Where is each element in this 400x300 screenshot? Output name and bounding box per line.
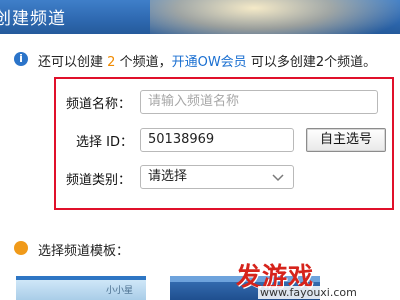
channel-form: 频道名称： 请输入频道名称 选择 ID： 50138969 自主选号 频道类别：…	[54, 77, 394, 210]
quota-notice-text: 还可以创建 2 个频道，开通OW会员 可以多创建2个频道。	[38, 51, 376, 70]
template-thumbnail-1-text: 小小星	[106, 286, 134, 296]
info-icon: i	[14, 52, 28, 66]
id-label: 选择 ID：	[76, 135, 133, 150]
title-bar: 创建频道	[0, 0, 400, 34]
site-watermark: 发游戏 www.fayouxi.com	[236, 257, 396, 300]
channel-name-label: 频道名称：	[66, 97, 132, 112]
title-bar-glow	[150, 0, 400, 34]
quota-suffix: 可以多创建2个频道。	[250, 55, 377, 70]
category-selected-value: 请选择	[148, 169, 188, 184]
template-bullet-icon	[14, 241, 28, 255]
quota-prefix: 还可以创建	[38, 55, 104, 70]
channel-name-placeholder: 请输入频道名称	[148, 94, 240, 109]
quota-middle: 个频道，	[119, 55, 172, 70]
remaining-count: 2	[107, 55, 116, 70]
template-thumbnail-1[interactable]: 小小星	[16, 276, 146, 300]
channel-name-input[interactable]: 请输入频道名称	[140, 90, 378, 114]
watermark-url: www.fayouxi.com	[258, 286, 359, 299]
open-vip-link[interactable]: 开通OW会员	[172, 55, 247, 70]
window-title: 创建频道	[0, 9, 66, 29]
custom-id-button[interactable]: 自主选号	[306, 128, 386, 152]
channel-id-value: 50138969	[148, 132, 215, 147]
template-thumbnail-1-bar	[16, 276, 146, 280]
category-label: 频道类别：	[66, 173, 132, 188]
template-label: 选择频道模板：	[38, 244, 130, 259]
chevron-down-icon	[272, 174, 284, 182]
channel-id-field[interactable]: 50138969	[140, 128, 294, 152]
category-select[interactable]: 请选择	[140, 165, 294, 189]
